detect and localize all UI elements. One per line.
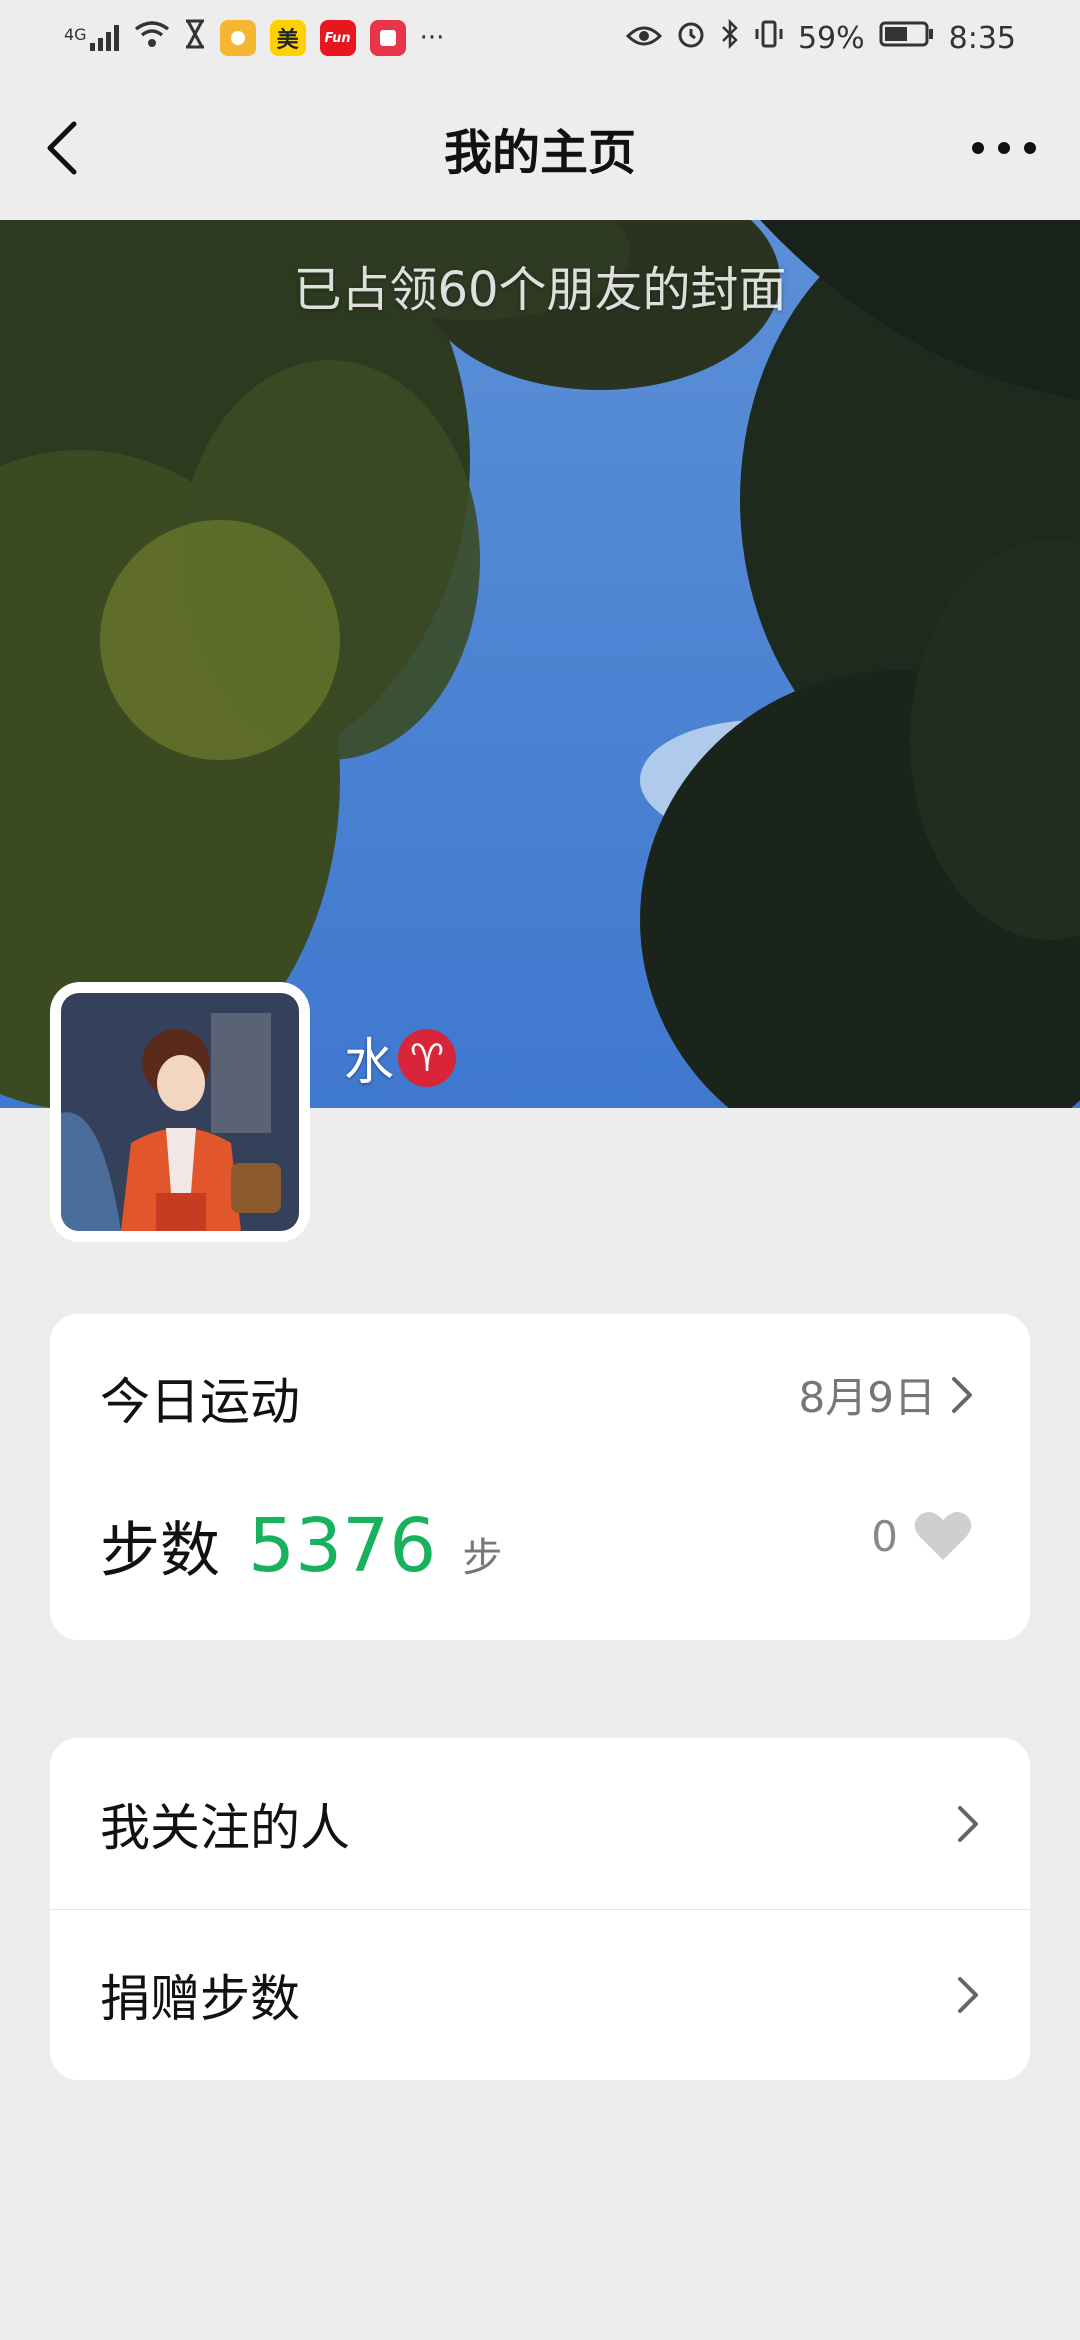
chevron-right-icon xyxy=(958,1976,978,2013)
steps-row: 步数 5376 步 xyxy=(100,1502,502,1589)
list-item-following[interactable]: 我关注的人 xyxy=(50,1738,1030,1909)
chevron-right-icon xyxy=(952,1376,972,1413)
battery-percent: 59% xyxy=(797,20,865,56)
activity-date-link[interactable]: 8月9日 xyxy=(799,1364,974,1425)
more-dots-icon xyxy=(972,142,1036,154)
avatar-image xyxy=(61,993,299,1231)
chevron-left-icon xyxy=(47,121,77,175)
hourglass-icon xyxy=(184,19,206,57)
alarm-icon xyxy=(676,19,706,57)
like-count: 0 xyxy=(871,1511,898,1561)
battery-icon xyxy=(879,20,935,56)
list-item-label: 我关注的人 xyxy=(100,1798,350,1857)
wifi-icon xyxy=(134,20,170,56)
chevron-right-icon xyxy=(958,1805,978,1842)
clock-time: 8:35 xyxy=(948,20,1016,56)
nav-bar: 我的主页 xyxy=(0,76,1080,220)
nickname: 水 ♈ xyxy=(344,1022,456,1094)
meituan-app-icon: 美 xyxy=(269,20,306,56)
more-notifications: ··· xyxy=(419,23,445,53)
back-button[interactable] xyxy=(40,118,100,178)
steps-label: 步数 xyxy=(100,1516,220,1586)
network-type: 4G xyxy=(64,25,87,44)
more-button[interactable] xyxy=(964,118,1044,178)
cover-caption: 已占领60个朋友的封面 xyxy=(293,262,787,318)
heart-icon xyxy=(914,1511,972,1560)
vibrate-icon xyxy=(754,19,784,57)
status-bar: 4G 美 Fun ··· 59% 8:35 xyxy=(0,0,1080,76)
fun-app-icon: Fun xyxy=(319,20,356,56)
menu-card: 我关注的人 捐赠步数 xyxy=(50,1738,1030,2080)
activity-title: 今日运动 xyxy=(100,1373,300,1431)
status-right: 59% 8:35 xyxy=(625,18,1016,57)
like-button[interactable]: 0 xyxy=(871,1510,972,1562)
nickname-text: 水 xyxy=(344,1033,394,1091)
bluetooth-icon xyxy=(720,18,740,57)
avatar[interactable] xyxy=(50,982,310,1242)
cover-photo xyxy=(0,220,1080,1108)
cover-image[interactable]: 已占领60个朋友的封面 xyxy=(0,220,1080,1108)
eye-icon xyxy=(625,21,663,56)
signal-icon: 4G xyxy=(64,25,120,51)
activity-date: 8月9日 xyxy=(798,1373,936,1422)
page-title: 我的主页 xyxy=(443,125,636,181)
book-app-icon xyxy=(369,20,406,56)
sun-app-icon xyxy=(219,20,256,56)
aries-icon: ♈ xyxy=(398,1029,456,1087)
steps-count: 5376 xyxy=(248,1503,437,1589)
steps-unit: 步 xyxy=(462,1535,503,1581)
list-item-label: 捐赠步数 xyxy=(100,1969,300,2028)
activity-card[interactable]: 今日运动 8月9日 步数 5376 步 0 xyxy=(50,1314,1030,1640)
list-item-donate-steps[interactable]: 捐赠步数 xyxy=(50,1909,1030,2080)
status-left: 4G 美 Fun ··· xyxy=(64,19,444,57)
